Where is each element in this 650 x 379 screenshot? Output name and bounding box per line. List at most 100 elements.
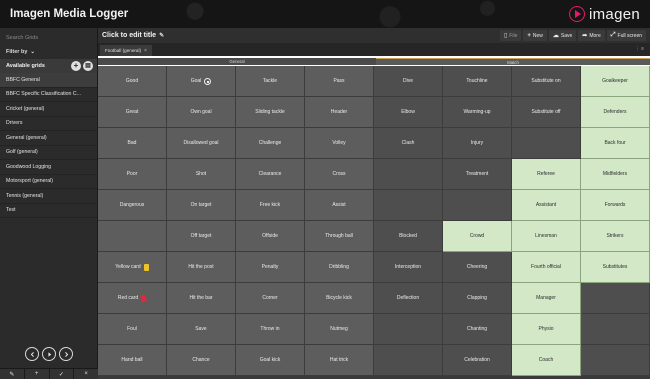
tag-button[interactable]: Back four xyxy=(581,128,650,159)
sidebar-grid-item[interactable]: Cricket (general) xyxy=(0,102,97,117)
tag-button[interactable]: Shot xyxy=(167,159,236,190)
tag-button[interactable]: Cross xyxy=(305,159,374,190)
tag-button[interactable]: Substitutes xyxy=(581,252,650,283)
tag-button[interactable]: Poor xyxy=(98,159,167,190)
tag-button[interactable]: Good xyxy=(98,66,167,97)
tag-button[interactable]: Hat trick xyxy=(305,345,374,376)
tag-button[interactable]: Penalty xyxy=(236,252,305,283)
tab-football-general[interactable]: Football (general) × xyxy=(100,45,152,56)
tag-button[interactable]: Great xyxy=(98,97,167,128)
tag-button[interactable]: Linesman xyxy=(512,221,581,252)
grid-title[interactable]: Click to edit title ✎ xyxy=(102,32,164,39)
add-grid-button[interactable]: + xyxy=(71,61,81,71)
tag-button[interactable]: Elbow xyxy=(374,97,443,128)
tag-button[interactable]: Coach xyxy=(512,345,581,376)
tag-button[interactable]: Offside xyxy=(236,221,305,252)
next-button[interactable] xyxy=(59,347,73,361)
tag-button[interactable]: Foul xyxy=(98,314,167,345)
tag-button[interactable]: Hit the post xyxy=(167,252,236,283)
tag-button[interactable]: Through ball xyxy=(305,221,374,252)
filter-dropdown[interactable]: Filter by ⌄ xyxy=(0,45,97,59)
tag-button[interactable]: Clash xyxy=(374,128,443,159)
tag-button[interactable]: Treatment xyxy=(443,159,512,190)
tag-button[interactable]: Own goal xyxy=(167,97,236,128)
tag-button[interactable]: Injury xyxy=(443,128,512,159)
file-button[interactable]: ▯ File xyxy=(499,30,522,41)
tag-button[interactable]: Referee xyxy=(512,159,581,190)
sidebar-grid-item[interactable]: Motorsport (general) xyxy=(0,175,97,189)
tag-button[interactable]: Off target xyxy=(167,221,236,252)
save-icon[interactable]: ▤ xyxy=(83,61,93,71)
more-button[interactable]: ➦ More xyxy=(578,30,605,41)
tag-button[interactable]: Disallowed goal xyxy=(167,128,236,159)
confirm-button[interactable]: ✓ xyxy=(49,369,75,379)
close-icon[interactable]: × xyxy=(144,48,147,54)
sidebar-grid-item[interactable]: Test xyxy=(0,204,97,218)
tag-button[interactable]: Physio xyxy=(512,314,581,345)
tag-button[interactable]: Crowd xyxy=(443,221,512,252)
tag-button[interactable]: Goal kick xyxy=(236,345,305,376)
tag-button[interactable]: Defenders xyxy=(581,97,650,128)
tag-button[interactable]: Save xyxy=(167,314,236,345)
tag-button[interactable]: Challenge xyxy=(236,128,305,159)
save-button[interactable]: ☁ Save xyxy=(548,30,577,41)
new-button[interactable]: + New xyxy=(523,30,547,41)
tag-button[interactable]: Pass xyxy=(305,66,374,97)
sidebar-grid-item[interactable]: BBFC General xyxy=(0,73,97,88)
sidebar-grid-item[interactable]: Tennis (general) xyxy=(0,189,97,204)
tag-button[interactable]: Header xyxy=(305,97,374,128)
tag-button[interactable]: Blocked xyxy=(374,221,443,252)
tag-button[interactable]: Volley xyxy=(305,128,374,159)
tag-button[interactable]: Fourth official xyxy=(512,252,581,283)
tag-button[interactable]: Corner xyxy=(236,283,305,314)
tag-button[interactable]: Midfielders xyxy=(581,159,650,190)
tag-button[interactable]: Touchline xyxy=(443,66,512,97)
tag-button[interactable]: Assistant xyxy=(512,190,581,221)
tag-button[interactable]: Sliding tackle xyxy=(236,97,305,128)
tag-button[interactable]: Strikers xyxy=(581,221,650,252)
tag-button[interactable]: Manager xyxy=(512,283,581,314)
tag-button[interactable]: Hit the bar xyxy=(167,283,236,314)
sidebar-grid-item[interactable]: General (general) xyxy=(0,131,97,146)
tag-button[interactable]: Bicycle kick xyxy=(305,283,374,314)
tag-button[interactable]: Deflection xyxy=(374,283,443,314)
tag-button[interactable]: Clapping xyxy=(443,283,512,314)
tag-button[interactable]: Throw in xyxy=(236,314,305,345)
tag-button[interactable]: Dangerous xyxy=(98,190,167,221)
sidebar-grid-item[interactable]: BBFC Specific Classification C... xyxy=(0,88,97,102)
tag-button[interactable]: Chanting xyxy=(443,314,512,345)
tag-button[interactable]: Cheering xyxy=(443,252,512,283)
tag-button[interactable]: Forwards xyxy=(581,190,650,221)
tag-button[interactable]: Hand ball xyxy=(98,345,167,376)
sidebar-grid-item[interactable]: Drivers xyxy=(0,117,97,131)
tag-button[interactable]: Chance xyxy=(167,345,236,376)
edit-button[interactable]: ✎ xyxy=(0,369,25,379)
tag-button[interactable]: Free kick xyxy=(236,190,305,221)
sidebar-grid-item[interactable]: Goodwood Logging xyxy=(0,160,97,175)
tag-button[interactable]: Substitute on xyxy=(512,66,581,97)
tag-button[interactable]: Goalkeeper xyxy=(581,66,650,97)
tag-button[interactable]: Goal xyxy=(167,66,236,97)
tag-button[interactable]: Dribbling xyxy=(305,252,374,283)
tag-button[interactable]: Clearance xyxy=(236,159,305,190)
play-button[interactable] xyxy=(42,347,56,361)
tag-button[interactable]: Warming-up xyxy=(443,97,512,128)
tag-button[interactable]: Celebration xyxy=(443,345,512,376)
tag-button[interactable]: Bad xyxy=(98,128,167,159)
tag-button[interactable]: On target xyxy=(167,190,236,221)
delete-button[interactable]: × xyxy=(74,369,98,379)
tag-button[interactable]: Red card xyxy=(98,283,167,314)
fullscreen-button[interactable]: ⤢ Full screen xyxy=(606,30,646,41)
previous-button[interactable] xyxy=(25,347,39,361)
tag-button[interactable]: Substitute off xyxy=(512,97,581,128)
tag-button[interactable]: Interception xyxy=(374,252,443,283)
search-input[interactable] xyxy=(6,35,91,41)
sidebar-grid-item[interactable]: Golf (general) xyxy=(0,146,97,160)
tag-button[interactable]: Nutmeg xyxy=(305,314,374,345)
tag-button[interactable]: Dive xyxy=(374,66,443,97)
tag-button[interactable]: Tackle xyxy=(236,66,305,97)
add-button[interactable]: + xyxy=(24,369,50,379)
tag-button[interactable]: Yellow card xyxy=(98,252,167,283)
tab-menu-icon[interactable]: ⋮ ≡ xyxy=(635,46,644,52)
tag-button[interactable]: Assist xyxy=(305,190,374,221)
